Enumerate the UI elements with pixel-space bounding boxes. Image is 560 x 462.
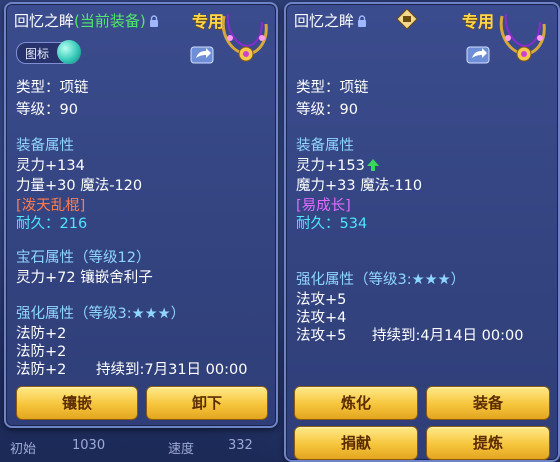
attr-line: 魔力+33 魔法-110 bbox=[296, 178, 423, 194]
bg-stat-value: 1030 bbox=[72, 438, 106, 453]
toggle-knob bbox=[57, 40, 81, 64]
item-level: 等级：90 bbox=[16, 102, 78, 118]
enhance-header: 强化属性（等级3:★★★） bbox=[296, 272, 466, 288]
necklace-icon bbox=[499, 13, 546, 62]
special-label: 专用 bbox=[462, 12, 495, 31]
attr-line: 灵力+134 bbox=[16, 158, 85, 174]
share-icon[interactable] bbox=[190, 44, 214, 64]
bg-stat-label: 初始 bbox=[10, 442, 37, 457]
refine-button[interactable]: 炼化 bbox=[294, 386, 418, 420]
up-arrow-icon bbox=[366, 159, 379, 171]
equip-attr-header: 装备属性 bbox=[296, 138, 354, 154]
attr-line: 灵力+153 bbox=[296, 154, 380, 175]
necklace-icon bbox=[221, 13, 268, 62]
lock-icon bbox=[149, 15, 158, 27]
gem-attr-header: 宝石属性（等级12） bbox=[16, 250, 151, 266]
enhance-line: 法防+2 bbox=[16, 362, 67, 378]
durability: 耐久：534 bbox=[296, 216, 368, 232]
attr-line-text: 灵力+153 bbox=[296, 158, 365, 174]
extract-button[interactable]: 提炼 bbox=[426, 426, 550, 460]
item-name: 回忆之眸 bbox=[14, 12, 75, 30]
lock-icon bbox=[358, 15, 367, 27]
share-icon[interactable] bbox=[466, 44, 490, 64]
enhance-line: 法攻+5 bbox=[296, 328, 347, 344]
gem-line: 灵力+72 镶嵌舍利子 bbox=[16, 270, 153, 286]
equip-button[interactable]: 装备 bbox=[426, 386, 550, 420]
enhance-duration: 持续到:4月14日 00:00 bbox=[372, 328, 524, 344]
enhance-header: 强化属性（等级3:★★★） bbox=[16, 306, 186, 322]
unequip-button[interactable]: 卸下 bbox=[146, 386, 268, 420]
item-title: 回忆之眸 bbox=[294, 10, 367, 31]
icon-toggle[interactable]: 图标 bbox=[16, 40, 81, 64]
item-title: 回忆之眸(当前装备) bbox=[14, 10, 159, 31]
compare-item-tooltip: 回忆之眸 专用 类型：项链 等级：90 装备属性 灵力+153 魔力+33 魔法… bbox=[284, 2, 560, 462]
equipped-item-tooltip: 回忆之眸(当前装备) 专用 图标 类型：项链 等级：90 装备属性 灵力+134… bbox=[4, 2, 278, 428]
equipped-tag: (当前装备) bbox=[74, 12, 146, 30]
bind-badge-icon bbox=[396, 8, 418, 30]
attr-line: 力量+30 魔法-120 bbox=[16, 178, 143, 194]
item-name: 回忆之眸 bbox=[294, 12, 355, 30]
icon-toggle-label: 图标 bbox=[25, 47, 50, 61]
bg-stat-label: 速度 bbox=[168, 442, 195, 457]
item-type: 类型：项链 bbox=[296, 80, 369, 96]
donate-button[interactable]: 捐献 bbox=[294, 426, 418, 460]
item-level: 等级：90 bbox=[296, 102, 358, 118]
enhance-duration: 持续到:7月31日 00:00 bbox=[96, 362, 248, 378]
inlay-button[interactable]: 镶嵌 bbox=[16, 386, 138, 420]
bg-stat-value: 332 bbox=[228, 438, 253, 453]
durability: 耐久：216 bbox=[16, 216, 88, 232]
item-type: 类型：项链 bbox=[16, 80, 89, 96]
equip-attr-header: 装备属性 bbox=[16, 138, 74, 154]
